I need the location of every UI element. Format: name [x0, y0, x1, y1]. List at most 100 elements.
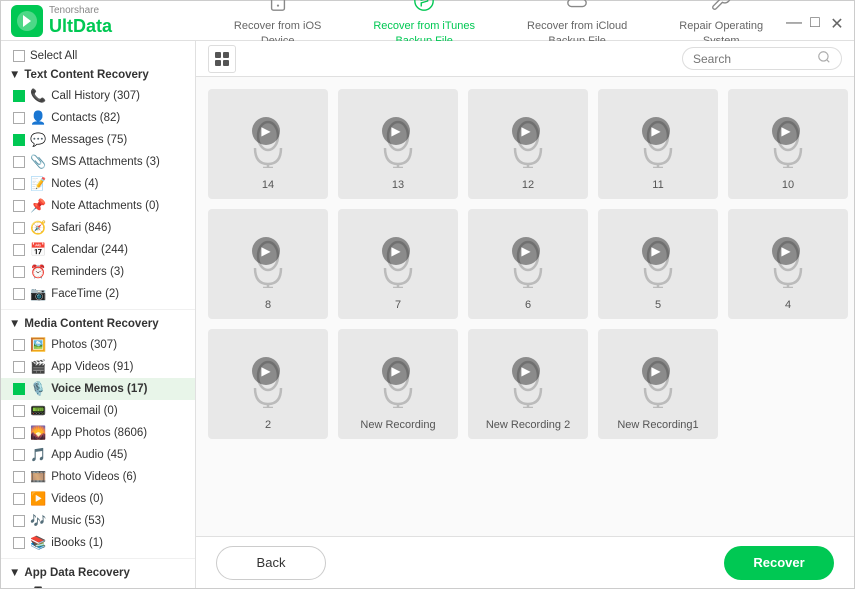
- photo-videos-label: Photo Videos (6): [51, 471, 136, 483]
- sidebar-item-facetime[interactable]: 📷 FaceTime (2): [1, 283, 195, 305]
- voicemail-checkbox[interactable]: [13, 405, 25, 417]
- photo-videos-checkbox[interactable]: [13, 471, 25, 483]
- videos-checkbox[interactable]: [13, 493, 25, 505]
- brand-name: Tenorshare UltData: [49, 5, 112, 37]
- facetime-checkbox[interactable]: [13, 288, 25, 300]
- sidebar-item-whatsapp-calls[interactable]: 📱 WhatsApp Calls (3): [1, 583, 195, 588]
- icloud-icon: [566, 0, 588, 15]
- grid-item-new-recording-2[interactable]: ▶ New Recording 2: [468, 329, 588, 439]
- play-button-4[interactable]: ▶: [772, 237, 800, 265]
- back-button[interactable]: Back: [216, 546, 326, 580]
- grid-item-new-recording[interactable]: ▶ New Recording: [338, 329, 458, 439]
- search-icon: [817, 50, 831, 67]
- sidebar-item-videos[interactable]: ▶️ Videos (0): [1, 488, 195, 510]
- play-button-10[interactable]: ▶: [772, 117, 800, 145]
- messages-icon: 💬: [30, 132, 46, 148]
- text-recovery-header[interactable]: ▼ Text Content Recovery: [1, 65, 195, 85]
- play-button-2[interactable]: ▶: [252, 357, 280, 385]
- content-toolbar: [196, 41, 854, 77]
- grid-item-8[interactable]: ▶ 8: [208, 209, 328, 319]
- sidebar-item-sms-attachments[interactable]: 📎 SMS Attachments (3): [1, 151, 195, 173]
- sidebar-item-messages[interactable]: 💬 Messages (75): [1, 129, 195, 151]
- safari-checkbox[interactable]: [13, 222, 25, 234]
- sidebar-item-ibooks[interactable]: 📚 iBooks (1): [1, 532, 195, 554]
- app-videos-checkbox[interactable]: [13, 361, 25, 373]
- item-label-4: 4: [728, 299, 848, 311]
- sidebar-item-photos[interactable]: 🖼️ Photos (307): [1, 334, 195, 356]
- grid-item-2[interactable]: ▶ 2: [208, 329, 328, 439]
- notes-icon: 📝: [30, 176, 46, 192]
- sidebar-item-voicemail[interactable]: 📟 Voicemail (0): [1, 400, 195, 422]
- sidebar-item-app-videos[interactable]: 🎬 App Videos (91): [1, 356, 195, 378]
- sms-attachments-icon: 📎: [30, 154, 46, 170]
- item-label-10: 10: [728, 179, 848, 191]
- sidebar-item-calendar[interactable]: 📅 Calendar (244): [1, 239, 195, 261]
- minimize-button[interactable]: —: [786, 14, 800, 28]
- grid-item-6[interactable]: ▶ 6: [468, 209, 588, 319]
- play-button-7[interactable]: ▶: [382, 237, 410, 265]
- contacts-label: Contacts (82): [51, 112, 120, 124]
- select-all-checkbox[interactable]: [13, 50, 25, 62]
- app-audio-checkbox[interactable]: [13, 449, 25, 461]
- sidebar-item-voice-memos[interactable]: 🎙️ Voice Memos (17): [1, 378, 195, 400]
- grid-item-11[interactable]: ▶ 11: [598, 89, 718, 199]
- ios-icon: [267, 0, 289, 15]
- sidebar-item-reminders[interactable]: ⏰ Reminders (3): [1, 261, 195, 283]
- call-history-checkbox[interactable]: [13, 90, 25, 102]
- play-button-new-recording-2[interactable]: ▶: [512, 357, 540, 385]
- ibooks-checkbox[interactable]: [13, 537, 25, 549]
- select-all-item[interactable]: Select All: [1, 47, 195, 65]
- messages-checkbox[interactable]: [13, 134, 25, 146]
- media-recovery-header[interactable]: ▼ Media Content Recovery: [1, 314, 195, 334]
- play-button-new-recording1[interactable]: ▶: [642, 357, 670, 385]
- item-label-new-recording-2: New Recording 2: [468, 419, 588, 431]
- grid-row-1: ▶ 14 ▶ 13: [208, 89, 842, 199]
- sidebar-item-music[interactable]: 🎶 Music (53): [1, 510, 195, 532]
- reminders-checkbox[interactable]: [13, 266, 25, 278]
- sidebar-item-notes[interactable]: 📝 Notes (4): [1, 173, 195, 195]
- close-button[interactable]: ✕: [830, 14, 844, 28]
- sidebar-item-call-history[interactable]: 📞 Call History (307): [1, 85, 195, 107]
- videos-icon: ▶️: [30, 491, 46, 507]
- sidebar-item-note-attachments[interactable]: 📌 Note Attachments (0): [1, 195, 195, 217]
- voice-memos-checkbox[interactable]: [13, 383, 25, 395]
- music-checkbox[interactable]: [13, 515, 25, 527]
- contacts-checkbox[interactable]: [13, 112, 25, 124]
- app-photos-checkbox[interactable]: [13, 427, 25, 439]
- note-attachments-label: Note Attachments (0): [51, 200, 159, 212]
- sidebar-item-photo-videos[interactable]: 🎞️ Photo Videos (6): [1, 466, 195, 488]
- play-button-12[interactable]: ▶: [512, 117, 540, 145]
- item-label-11: 11: [598, 179, 718, 191]
- grid-item-new-recording1[interactable]: ▶ New Recording1: [598, 329, 718, 439]
- grid-item-5[interactable]: ▶ 5: [598, 209, 718, 319]
- play-button-6[interactable]: ▶: [512, 237, 540, 265]
- photos-checkbox[interactable]: [13, 339, 25, 351]
- grid-view-button[interactable]: [208, 45, 236, 73]
- notes-checkbox[interactable]: [13, 178, 25, 190]
- sidebar-item-app-audio[interactable]: 🎵 App Audio (45): [1, 444, 195, 466]
- app-data-recovery-header[interactable]: ▼ App Data Recovery: [1, 563, 195, 583]
- search-input[interactable]: [693, 52, 813, 66]
- recover-button[interactable]: Recover: [724, 546, 834, 580]
- sidebar-item-contacts[interactable]: 👤 Contacts (82): [1, 107, 195, 129]
- play-button-13[interactable]: ▶: [382, 117, 410, 145]
- grid-item-14[interactable]: ▶ 14: [208, 89, 328, 199]
- grid-item-7[interactable]: ▶ 7: [338, 209, 458, 319]
- sidebar-item-safari[interactable]: 🧭 Safari (846): [1, 217, 195, 239]
- grid-item-13[interactable]: ▶ 13: [338, 89, 458, 199]
- app-window: Tenorshare UltData Recover from iOSDevic…: [0, 0, 855, 589]
- sidebar-item-app-photos[interactable]: 🌄 App Photos (8606): [1, 422, 195, 444]
- grid-item-4[interactable]: ▶ 4: [728, 209, 848, 319]
- sms-attachments-checkbox[interactable]: [13, 156, 25, 168]
- calendar-checkbox[interactable]: [13, 244, 25, 256]
- play-button-14[interactable]: ▶: [252, 117, 280, 145]
- play-button-new-recording[interactable]: ▶: [382, 357, 410, 385]
- maximize-button[interactable]: □: [808, 14, 822, 28]
- grid-item-10[interactable]: ▶ 10: [728, 89, 848, 199]
- play-button-11[interactable]: ▶: [642, 117, 670, 145]
- note-attachments-checkbox[interactable]: [13, 200, 25, 212]
- play-button-8[interactable]: ▶: [252, 237, 280, 265]
- call-history-label: Call History (307): [51, 90, 140, 102]
- play-button-5[interactable]: ▶: [642, 237, 670, 265]
- grid-item-12[interactable]: ▶ 12: [468, 89, 588, 199]
